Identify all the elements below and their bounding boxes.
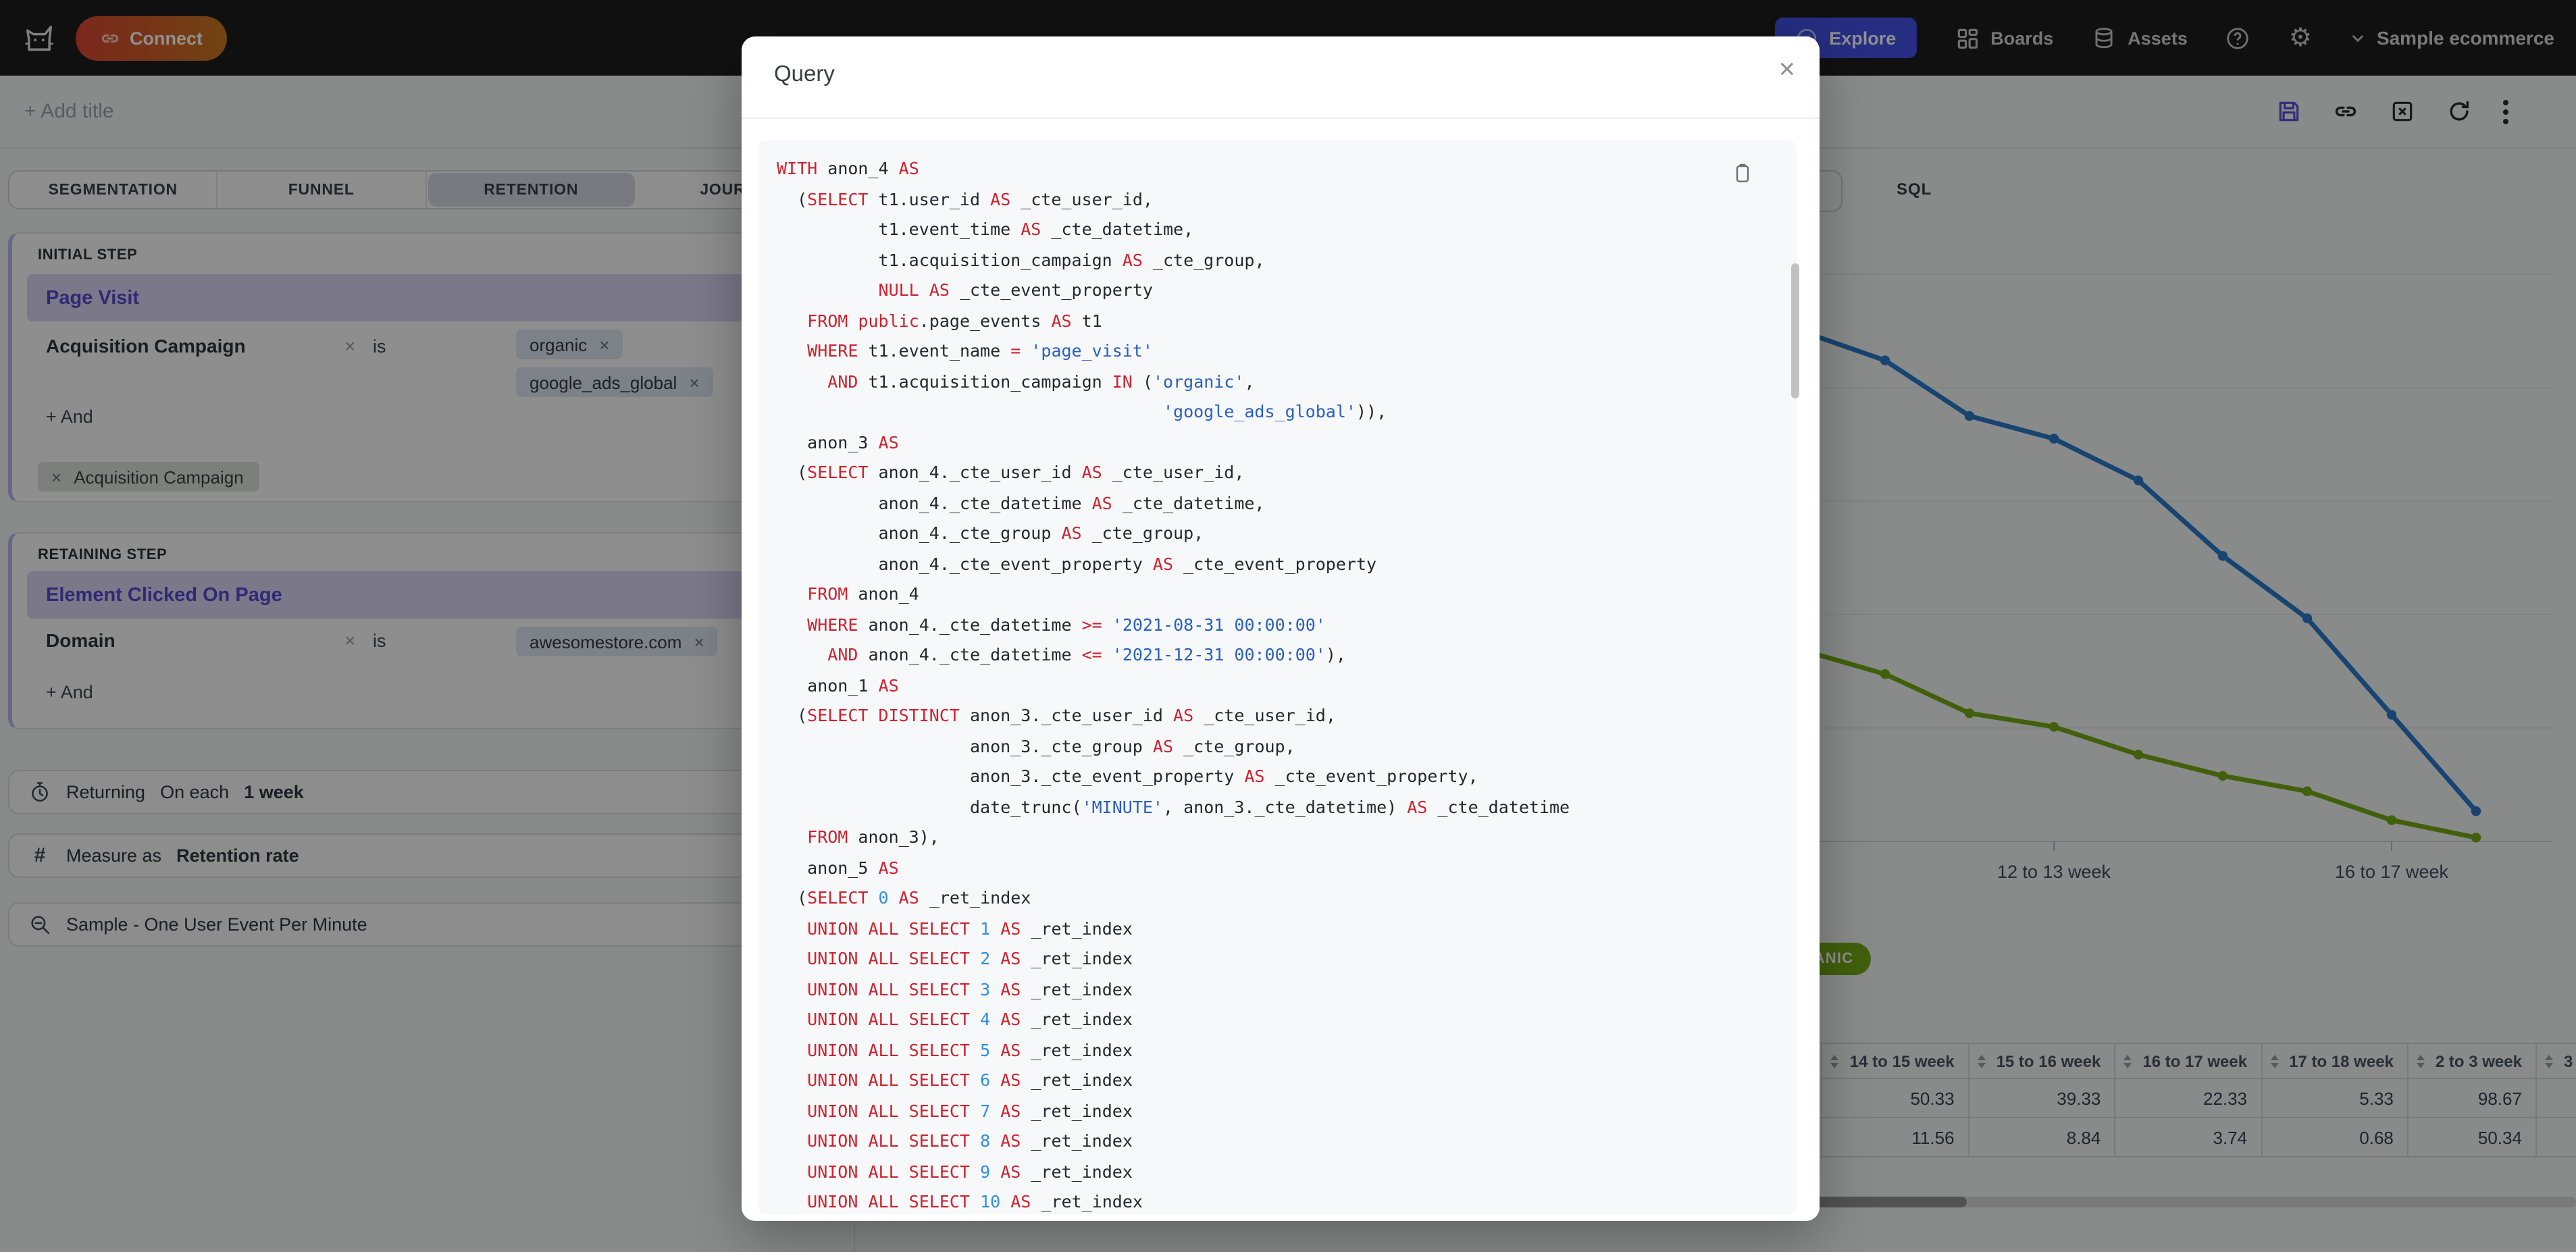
- modal-scrollbar-thumb[interactable]: [1791, 263, 1799, 398]
- modal-title: Query: [774, 62, 835, 86]
- modal-header: Query ×: [742, 36, 1820, 118]
- close-icon[interactable]: ×: [1778, 55, 1795, 84]
- modal-body: WITH anon_4 AS (SELECT t1.user_id AS _ct…: [758, 140, 1803, 1214]
- divider: [742, 118, 1820, 119]
- copy-icon[interactable]: [1732, 162, 1753, 184]
- app-root: Connect Explore Boards Assets ⚙ Sample e…: [0, 0, 2576, 1252]
- sql-code-block: WITH anon_4 AS (SELECT t1.user_id AS _ct…: [758, 140, 1797, 1214]
- sql-code: WITH anon_4 AS (SELECT t1.user_id AS _ct…: [777, 158, 1570, 1211]
- query-modal: Query × WITH anon_4 AS (SELECT t1.user_i…: [742, 36, 1820, 1221]
